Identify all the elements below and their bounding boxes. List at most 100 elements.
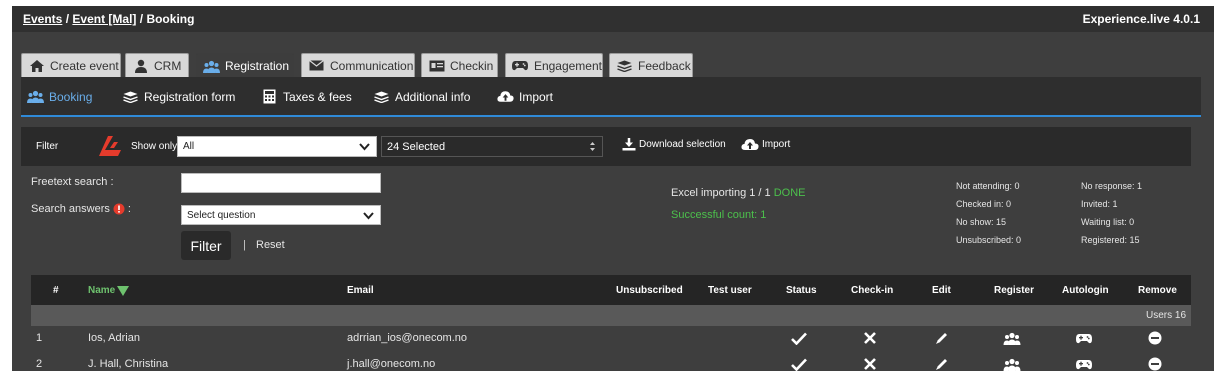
edit-pencil-icon[interactable] <box>933 356 951 372</box>
search-answers-label: Search answers <box>31 203 110 215</box>
filter-button[interactable]: Filter <box>181 231 231 260</box>
tab-communication[interactable]: Communication <box>301 53 415 77</box>
person-icon <box>132 58 149 73</box>
row-email: j.hall@onecom.no <box>347 358 436 370</box>
breadcrumb-separator: / <box>65 12 70 26</box>
register-group-icon[interactable] <box>1003 330 1021 346</box>
calculator-icon <box>261 89 278 104</box>
col-checkin: Check-in <box>851 285 894 296</box>
download-icon <box>622 138 636 151</box>
subnav-taxes-fees[interactable]: Taxes & fees <box>261 89 352 104</box>
info-alert-icon[interactable] <box>113 203 125 215</box>
users-summary-row: Users 16 <box>31 305 1191 326</box>
remove-minus-icon[interactable] <box>1146 330 1164 346</box>
col-test-user: Test user <box>708 285 752 296</box>
col-number: # <box>53 285 59 296</box>
row-number: 1 <box>36 332 43 344</box>
subnav-label: Import <box>519 89 554 104</box>
cloud-upload-icon <box>741 138 759 151</box>
stack-icon <box>616 58 633 73</box>
col-autologin: Autologin <box>1062 285 1109 296</box>
select-question-value: Select question <box>187 209 256 221</box>
breadcrumb-event-link[interactable]: Event [Mal] <box>72 12 136 26</box>
home-icon <box>28 58 45 73</box>
stack-icon <box>122 89 139 104</box>
breadcrumb-events-link[interactable]: Events <box>23 12 62 26</box>
stat-unsubscribed: Unsubscribed: 0 <box>956 235 1022 245</box>
tab-crm[interactable]: CRM <box>125 53 189 77</box>
breadcrumb: Events / Event [Mal] / Booking <box>23 12 194 26</box>
chevron-down-icon <box>363 210 374 221</box>
tab-label: Engagement <box>533 58 602 73</box>
tab-checkin[interactable]: Checkin <box>421 53 498 77</box>
envelope-icon <box>308 58 325 73</box>
import-done-badge: DONE <box>773 187 806 199</box>
tab-label: Create event <box>50 58 119 73</box>
tab-label: Communication <box>330 58 414 73</box>
row-number: 2 <box>36 358 43 370</box>
checkin-close-icon[interactable] <box>861 356 879 372</box>
download-label: Download selection <box>639 139 726 150</box>
subnav-booking[interactable]: Booking <box>27 89 92 104</box>
app-version: Experience.live 4.0.1 <box>1082 12 1200 26</box>
table-row: 2 J. Hall, Christina j.hall@onecom.no <box>31 352 1191 377</box>
stat-registered: Registered: 15 <box>1081 235 1140 245</box>
subnav-import[interactable]: Import <box>497 89 553 104</box>
col-remove: Remove <box>1138 285 1177 296</box>
col-register: Register <box>994 285 1035 296</box>
select-question-dropdown[interactable]: Select question <box>181 205 381 225</box>
row-name: J. Hall, Christina <box>88 358 169 370</box>
tab-label: CRM <box>154 58 182 73</box>
stat-checked-in: Checked in: 0 <box>956 199 1012 209</box>
row-email: adrrian_ios@onecom.no <box>347 332 468 344</box>
group-icon <box>27 89 44 104</box>
import-progress: Excel importing 1 / 1 DONE <box>671 187 806 199</box>
id-card-icon <box>428 58 445 73</box>
reset-link[interactable]: Reset <box>256 239 285 251</box>
chevron-down-icon <box>359 141 370 152</box>
show-only-select[interactable]: All <box>177 136 377 157</box>
subnav-label: Booking <box>49 89 93 104</box>
tab-create-event[interactable]: Create event <box>21 53 121 77</box>
sort-down-icon <box>117 285 130 296</box>
separator: | <box>243 239 246 251</box>
tab-registration[interactable]: Registration <box>196 53 294 78</box>
import-button[interactable]: Import <box>741 138 790 151</box>
table-header: # Name Email Unsubscribed Test user Stat… <box>31 275 1191 305</box>
remove-minus-icon[interactable] <box>1146 356 1164 372</box>
selection-value: 24 Selected <box>387 140 446 153</box>
tab-label: Checkin <box>450 58 494 73</box>
top-bar: Events / Event [Mal] / Booking Experienc… <box>12 6 1214 32</box>
subnav-additional-info[interactable]: Additional info <box>373 89 470 104</box>
stat-invited: Invited: 1 <box>1081 199 1118 209</box>
subnav-registration-form[interactable]: Registration form <box>122 89 235 104</box>
stat-not-attending: Not attending: 0 <box>956 181 1020 191</box>
search-answers-suffix: : <box>127 203 131 215</box>
stack-icon <box>373 89 390 104</box>
status-check-icon[interactable] <box>790 330 808 346</box>
gamepad-icon <box>512 58 529 73</box>
col-name-sort[interactable]: Name <box>88 285 130 296</box>
show-only-label: Show only <box>131 141 178 152</box>
register-group-icon[interactable] <box>1003 356 1021 372</box>
tab-feedback[interactable]: Feedback <box>609 53 693 77</box>
users-count: Users 16 <box>1145 310 1186 321</box>
freetext-search-input[interactable] <box>181 173 381 193</box>
col-email: Email <box>347 285 374 296</box>
autologin-gamepad-icon[interactable] <box>1075 356 1093 372</box>
checkin-close-icon[interactable] <box>861 330 879 346</box>
row-name: Ios, Adrian <box>88 332 140 344</box>
subnav-label: Additional info <box>395 89 471 104</box>
edit-pencil-icon[interactable] <box>933 330 951 346</box>
tab-label: Feedback <box>638 58 691 73</box>
status-check-icon[interactable] <box>790 356 808 372</box>
show-only-value: All <box>183 141 195 152</box>
import-progress-text: Excel importing 1 / 1 <box>671 187 771 199</box>
stat-no-response: No response: 1 <box>1081 181 1143 191</box>
freetext-label: Freetext search : <box>31 176 114 188</box>
selection-multiselect[interactable]: 24 Selected <box>381 136 603 157</box>
download-selection-button[interactable]: Download selection <box>622 138 726 151</box>
autologin-gamepad-icon[interactable] <box>1075 330 1093 346</box>
tab-engagement[interactable]: Engagement <box>505 53 603 77</box>
stat-no-show: No show: 15 <box>956 217 1007 227</box>
